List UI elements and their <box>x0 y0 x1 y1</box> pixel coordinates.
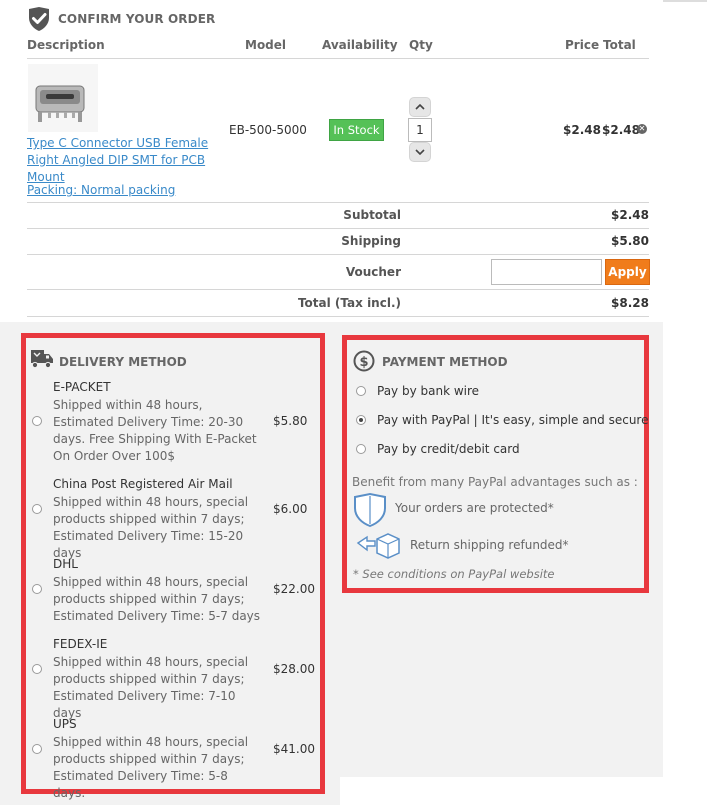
product-model: EB-500-5000 <box>229 123 307 137</box>
shield-icon <box>354 492 386 528</box>
carrier-name: China Post Registered Air Mail <box>53 477 233 491</box>
delivery-title: DELIVERY METHOD <box>59 355 187 369</box>
qty-increase-button[interactable] <box>409 97 431 117</box>
payment-option-label[interactable]: Pay by bank wire <box>377 384 479 398</box>
carrier-description: Shipped within 48 hours, special product… <box>53 735 249 800</box>
carrier-price: $28.00 <box>273 662 315 676</box>
chevron-up-icon <box>415 104 425 110</box>
top-edge-divider <box>663 0 707 2</box>
qty-decrease-button[interactable] <box>409 142 431 162</box>
apply-voucher-button[interactable]: Apply <box>605 259 650 285</box>
confirm-order-header: CONFIRM YOUR ORDER <box>27 6 215 32</box>
shipping-value: $5.80 <box>611 234 649 248</box>
shield-check-icon <box>29 7 49 31</box>
payment-title: PAYMENT METHOD <box>382 355 508 369</box>
column-description: Description <box>27 38 105 52</box>
carrier-name: DHL <box>53 557 78 571</box>
unit-price: $2.48 <box>563 123 601 137</box>
divider <box>27 58 649 59</box>
payment-option-label[interactable]: Pay by credit/debit card <box>377 442 520 456</box>
carrier-price: $5.80 <box>273 414 308 428</box>
line-total: $2.48 <box>602 123 640 137</box>
total-value: $8.28 <box>611 296 649 310</box>
column-model: Model <box>245 38 287 52</box>
benefit-protected: Your orders are protected* <box>395 501 554 515</box>
svg-text:$: $ <box>359 355 368 370</box>
carrier-price: $22.00 <box>273 582 315 596</box>
benefit-return: Return shipping refunded* <box>410 538 569 552</box>
carrier-price: $41.00 <box>273 742 315 756</box>
carrier-description: Shipped within 48 hours, Estimated Deliv… <box>53 398 257 463</box>
chevron-down-icon <box>415 149 425 155</box>
benefit-intro: Benefit from many PayPal advantages such… <box>352 475 638 489</box>
divider <box>27 202 649 203</box>
product-name-link[interactable]: Type C Connector USB Female Right Angled… <box>27 135 217 186</box>
delivery-radio-epacket[interactable] <box>32 416 42 426</box>
delivery-radio-china-post[interactable] <box>32 504 42 514</box>
availability-badge: In Stock <box>329 119 384 141</box>
payment-radio-paypal[interactable] <box>356 415 366 425</box>
divider <box>27 289 649 290</box>
paypal-conditions-note: * See conditions on PayPal website <box>353 567 555 581</box>
delivery-truck-icon <box>31 350 53 369</box>
subtotal-value: $2.48 <box>611 208 649 222</box>
usb-connector-image <box>35 85 85 122</box>
total-label: Total (Tax incl.) <box>297 296 401 310</box>
close-circle-icon[interactable]: ✕ <box>637 124 647 134</box>
column-price: Price <box>565 38 600 52</box>
column-total: Total <box>603 38 636 52</box>
dollar-coin-icon: $ <box>353 350 375 372</box>
payment-radio-card[interactable] <box>356 444 366 454</box>
carrier-description: Shipped within 48 hours, special product… <box>53 655 249 720</box>
return-box-icon <box>356 533 400 559</box>
divider <box>27 254 649 255</box>
carrier-name: FEDEX-IE <box>53 637 108 651</box>
carrier-description: Shipped within 48 hours, special product… <box>53 575 261 623</box>
product-image[interactable] <box>28 64 98 132</box>
shipping-label: Shipping <box>341 234 401 248</box>
voucher-label: Voucher <box>345 265 401 279</box>
subtotal-label: Subtotal <box>343 208 401 222</box>
delivery-radio-fedex[interactable] <box>32 664 42 674</box>
divider <box>27 316 649 317</box>
divider <box>27 228 649 229</box>
delivery-radio-ups[interactable] <box>32 744 42 754</box>
carrier-description: Shipped within 48 hours, special product… <box>53 495 249 560</box>
qty-input[interactable] <box>408 118 432 142</box>
column-qty: Qty <box>409 38 433 52</box>
carrier-price: $6.00 <box>273 502 308 516</box>
delivery-radio-dhl[interactable] <box>32 584 42 594</box>
column-availability: Availability <box>322 38 398 52</box>
payment-radio-bank-wire[interactable] <box>356 386 366 396</box>
voucher-input[interactable] <box>491 259 602 285</box>
packing-link[interactable]: Packing: Normal packing <box>27 183 175 197</box>
page-title: CONFIRM YOUR ORDER <box>58 12 216 26</box>
carrier-name: E-PACKET <box>53 380 111 394</box>
payment-option-label[interactable]: Pay with PayPal | It's easy, simple and … <box>377 413 648 427</box>
carrier-name: UPS <box>53 717 77 731</box>
